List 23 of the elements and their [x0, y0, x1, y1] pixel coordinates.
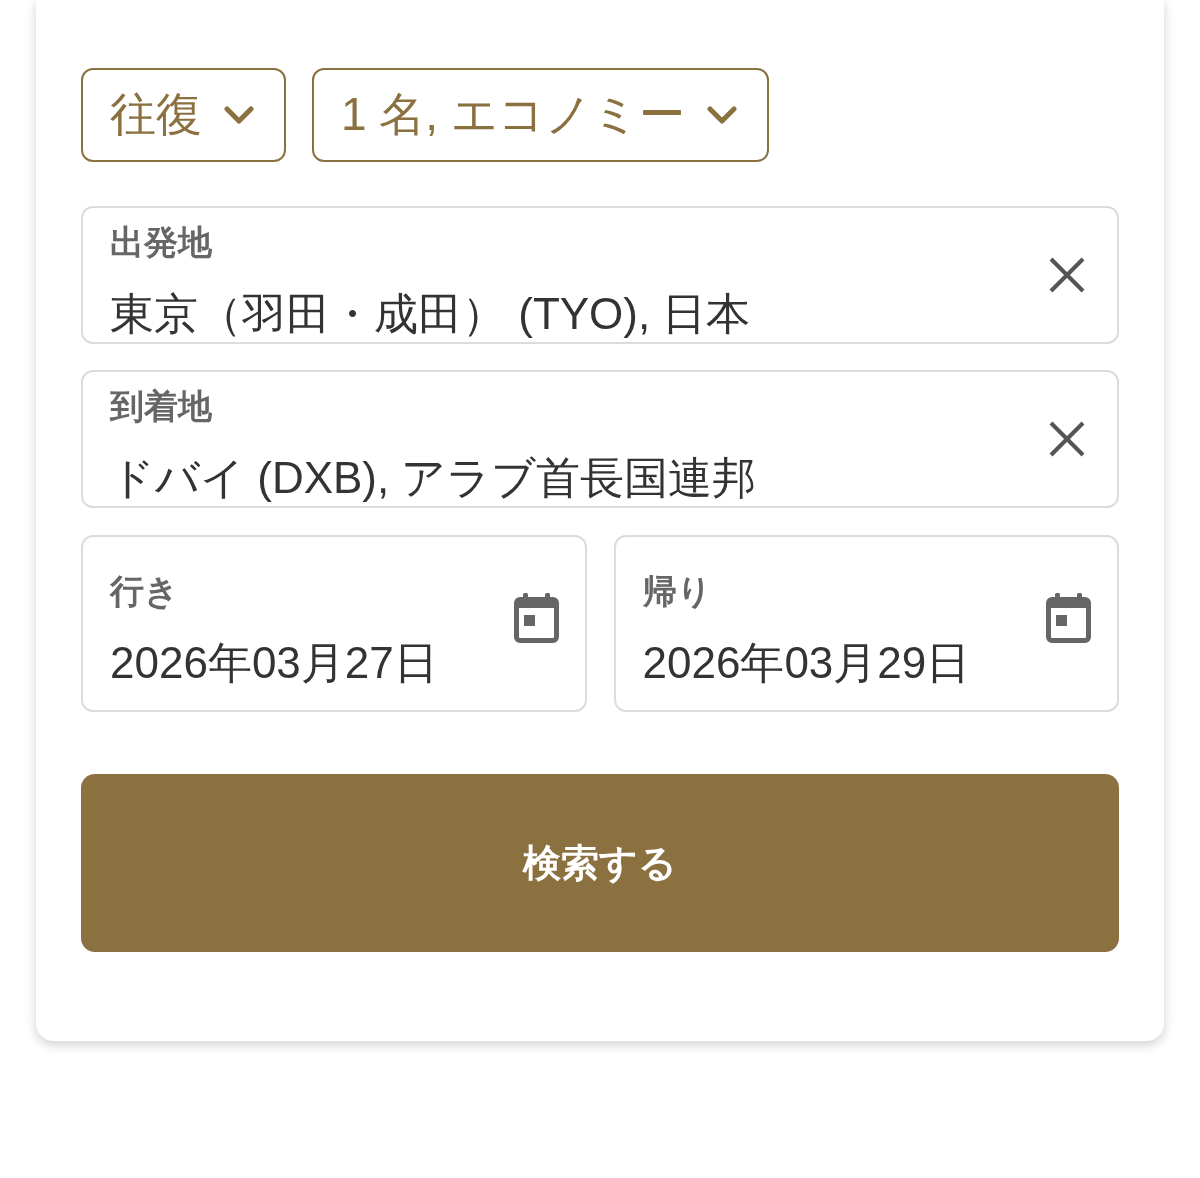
field-value: ドバイ (DXB), アラブ首長国連邦 [110, 452, 757, 504]
date-field[interactable]: 行き 2026年03月27日 [81, 535, 587, 712]
field-value: 東京（羽田・成田） (TYO), 日本 [110, 288, 751, 340]
calendar-icon [1046, 592, 1091, 643]
field-label: 到着地 [110, 386, 212, 427]
clear-button[interactable] [1047, 255, 1087, 295]
field-label: 出発地 [110, 222, 212, 263]
location-field[interactable]: 到着地 ドバイ (DXB), アラブ首長国連邦 [81, 370, 1119, 508]
location-field[interactable]: 出発地 東京（羽田・成田） (TYO), 日本 [81, 206, 1119, 344]
search-button[interactable]: 検索する [81, 774, 1119, 952]
chevron-down-icon [224, 106, 254, 124]
chevron-down-icon [706, 106, 737, 124]
dropdown-button[interactable]: 往復 [81, 68, 286, 162]
field-value: 2026年03月29日 [642, 636, 971, 689]
field-label: 帰り [642, 570, 712, 612]
calendar-icon [513, 592, 559, 643]
clear-button[interactable] [1047, 419, 1087, 459]
close-icon [1049, 257, 1085, 293]
field-value: 2026年03月27日 [110, 636, 438, 689]
field-label: 行き [110, 570, 179, 612]
close-icon [1049, 421, 1085, 457]
date-field[interactable]: 帰り 2026年03月29日 [613, 535, 1119, 712]
dropdown-button[interactable]: 1 名, エコノミー [312, 68, 769, 162]
